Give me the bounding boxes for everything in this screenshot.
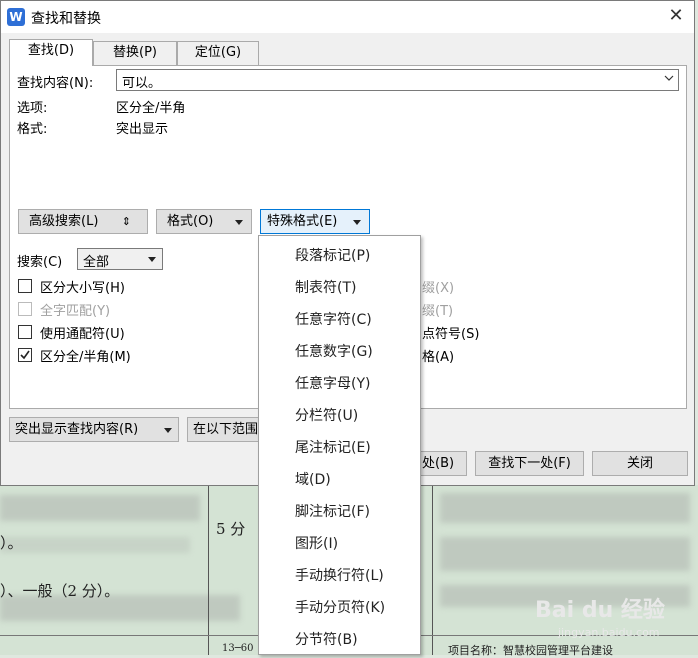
menu-item-endnote-mark[interactable]: 尾注标记(E) bbox=[295, 437, 371, 457]
options-label: 选项: bbox=[17, 101, 48, 116]
tab-find[interactable]: 查找(D) bbox=[9, 39, 93, 66]
find-what-value: 可以。 bbox=[122, 76, 162, 91]
doc-text-line: 13─60 bbox=[222, 643, 254, 654]
format-button-label: 格式(O) bbox=[167, 214, 214, 229]
menu-item-field[interactable]: 域(D) bbox=[295, 469, 331, 489]
highlight-all-label: 突出显示查找内容(R) bbox=[15, 422, 139, 437]
whole-word-checkbox[interactable] bbox=[18, 302, 32, 316]
ignore-space-label: 格(A) bbox=[422, 350, 455, 365]
menu-item-any-digit[interactable]: 任意数字(G) bbox=[295, 341, 373, 361]
format-label: 格式: bbox=[17, 122, 48, 137]
format-value: 突出显示 bbox=[116, 122, 169, 137]
search-direction-label: 搜索(C) bbox=[17, 255, 63, 270]
chevron-down-icon[interactable] bbox=[664, 73, 674, 83]
menu-item-manual-page-break[interactable]: 手动分页符(K) bbox=[295, 597, 385, 617]
dialog-title: 查找和替换 bbox=[31, 11, 101, 27]
baidu-watermark: Bai du 经验 bbox=[535, 598, 665, 623]
find-next-button[interactable]: 查找下一处(F) bbox=[475, 451, 584, 476]
checkmark-icon bbox=[20, 350, 30, 360]
match-prefix-label: 缀(X) bbox=[422, 281, 455, 296]
close-button[interactable]: 关闭 bbox=[592, 451, 688, 476]
find-previous-label: 处(B) bbox=[422, 456, 455, 471]
close-button-label: 关闭 bbox=[626, 456, 653, 471]
search-direction-value: 全部 bbox=[83, 255, 110, 270]
advanced-search-button[interactable]: 高级搜索(L) ⇕ bbox=[18, 209, 148, 234]
menu-item-graphic[interactable]: 图形(I) bbox=[295, 533, 338, 553]
dropdown-arrow-icon bbox=[235, 220, 243, 225]
match-case-checkbox[interactable] bbox=[18, 279, 32, 293]
find-what-label: 查找内容(N): bbox=[17, 76, 94, 91]
menu-item-column-break[interactable]: 分栏符(U) bbox=[295, 405, 358, 425]
close-icon[interactable]: ✕ bbox=[665, 5, 687, 27]
menu-item-footnote-mark[interactable]: 脚注标记(F) bbox=[295, 501, 370, 521]
highlight-all-button[interactable]: 突出显示查找内容(R) bbox=[9, 417, 179, 442]
doc-text-line: ）、一般（2 分）。 bbox=[0, 582, 120, 600]
advanced-search-label: 高级搜索(L) bbox=[29, 214, 99, 229]
tab-goto[interactable]: 定位(G) bbox=[177, 41, 259, 65]
special-format-menu: 段落标记(P) 制表符(T) 任意字符(C) 任意数字(G) 任意字母(Y) 分… bbox=[258, 235, 421, 655]
wildcards-checkbox[interactable] bbox=[18, 325, 32, 339]
expand-collapse-icon: ⇕ bbox=[121, 215, 131, 228]
search-direction-select[interactable]: 全部 bbox=[77, 248, 163, 270]
menu-item-paragraph-mark[interactable]: 段落标记(P) bbox=[295, 245, 370, 265]
whole-word-label: 全字匹配(Y) bbox=[40, 304, 111, 319]
match-suffix-label: 缀(T) bbox=[422, 304, 454, 319]
menu-item-tab[interactable]: 制表符(T) bbox=[295, 277, 356, 297]
wps-app-icon: W bbox=[7, 8, 25, 26]
doc-text-line: 5 分 bbox=[216, 520, 246, 538]
find-what-input[interactable]: 可以。 bbox=[116, 69, 679, 91]
find-next-label: 查找下一处(F) bbox=[488, 456, 571, 471]
format-button[interactable]: 格式(O) bbox=[156, 209, 252, 234]
width-label: 区分全/半角(M) bbox=[40, 350, 131, 365]
find-in-label: 在以下范围 bbox=[193, 422, 259, 437]
baidu-watermark-url: jingyan.baidu.com bbox=[558, 626, 660, 639]
dropdown-arrow-icon bbox=[164, 428, 172, 433]
menu-item-any-letter[interactable]: 任意字母(Y) bbox=[295, 373, 370, 393]
wildcards-label: 使用通配符(U) bbox=[40, 327, 125, 342]
dropdown-arrow-icon bbox=[353, 220, 361, 225]
special-format-button[interactable]: 特殊格式(E) bbox=[260, 209, 370, 234]
width-checkbox[interactable] bbox=[18, 348, 32, 362]
doc-text-line: 项目名称：智慧校园管理平台建设 bbox=[448, 644, 613, 657]
menu-item-section-break[interactable]: 分节符(B) bbox=[295, 629, 358, 649]
tab-replace[interactable]: 替换(P) bbox=[93, 41, 177, 65]
menu-item-manual-line-break[interactable]: 手动换行符(L) bbox=[295, 565, 384, 585]
find-in-button[interactable]: 在以下范围 bbox=[187, 417, 267, 442]
menu-item-any-char[interactable]: 任意字符(C) bbox=[295, 309, 372, 329]
doc-text-line: ）。 bbox=[0, 534, 23, 552]
options-value: 区分全/半角 bbox=[116, 101, 186, 116]
match-case-label: 区分大小写(H) bbox=[40, 281, 125, 296]
ignore-punctuation-label: 点符号(S) bbox=[422, 327, 480, 342]
dropdown-arrow-icon bbox=[148, 257, 156, 262]
title-bar: W 查找和替换 ✕ bbox=[1, 1, 694, 33]
special-format-label: 特殊格式(E) bbox=[267, 214, 338, 229]
